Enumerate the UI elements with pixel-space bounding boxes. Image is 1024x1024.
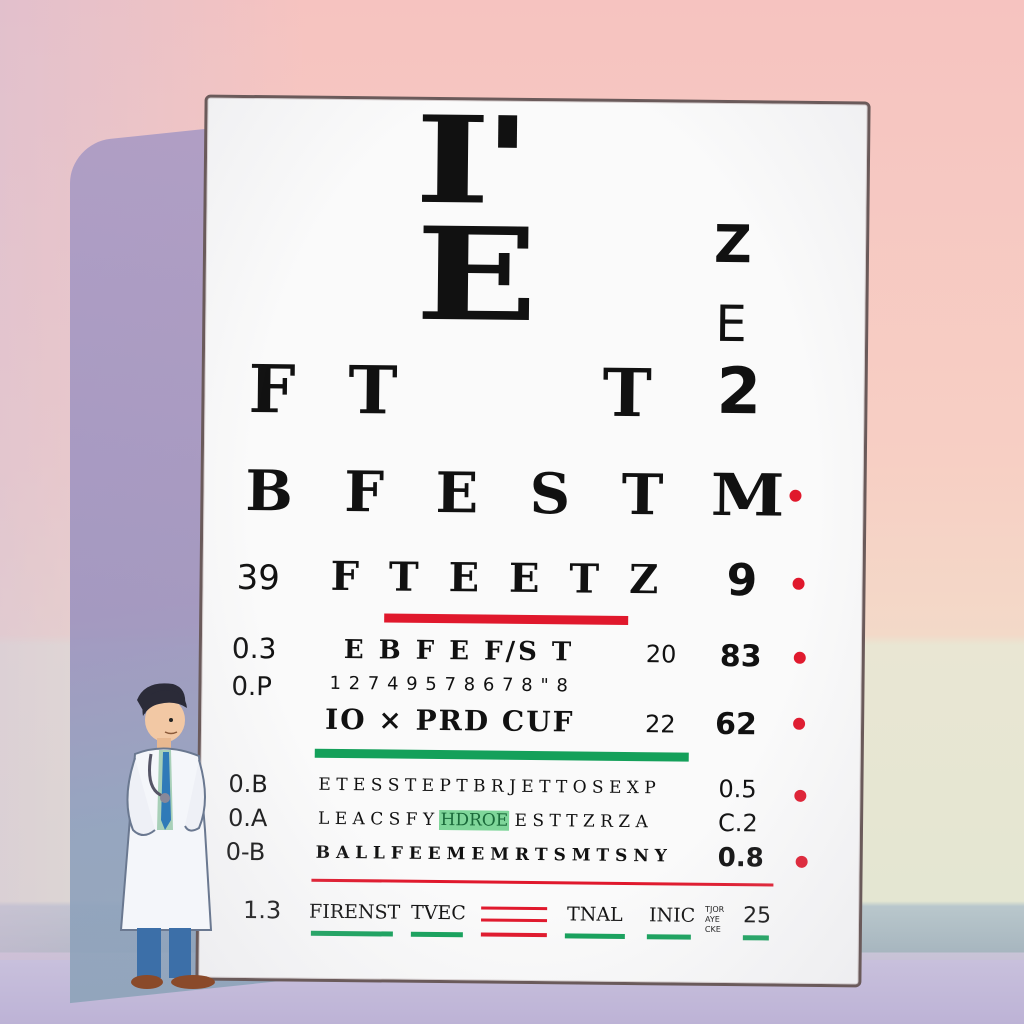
- red-dot: [792, 577, 805, 590]
- footer-green-line: [742, 935, 769, 941]
- red-divider: [384, 613, 629, 626]
- footer-small-2: AYE: [705, 914, 720, 924]
- red-dot: [794, 789, 807, 802]
- row-10-highlight: HDROE: [439, 810, 510, 831]
- footer-right: 25: [742, 903, 772, 929]
- footer-word-4: INIC: [648, 904, 696, 927]
- illustration: I' E Z E F T T 2 B F E S T M 39 F T E E …: [0, 0, 1024, 1024]
- row-11-left: 0-B: [225, 837, 266, 867]
- footer-green-line: [646, 934, 691, 940]
- row-5-letters: F T E E T Z: [330, 552, 663, 604]
- row-9-right: 0.5: [718, 774, 757, 804]
- row-6-right: 83: [719, 638, 762, 675]
- row-4-letters: B F E S T: [245, 457, 670, 529]
- row-10-right: C.2: [717, 808, 758, 838]
- row-5-right: 9: [726, 555, 758, 607]
- footer-red-line: [481, 906, 548, 911]
- row-7-left: 0.P: [231, 671, 273, 703]
- row-6-left: 0.3: [231, 631, 277, 666]
- row-8-right: 62: [714, 706, 758, 743]
- footer-word-3: TNAL: [566, 903, 623, 926]
- row-10-letters: L E A C S F Y HDROE E S T T Z R Z A: [318, 809, 648, 832]
- row-10-part-b: E S T T Z R Z A: [514, 810, 648, 833]
- red-divider-thin: [311, 878, 774, 887]
- row-3-mid: T: [602, 353, 653, 433]
- red-dot: [793, 651, 806, 664]
- side-letter-z: Z: [713, 214, 753, 276]
- eye-chart: I' E Z E F T T 2 B F E S T M 39 F T E E …: [195, 90, 871, 988]
- row-3-right: 2: [716, 354, 762, 430]
- red-dot: [793, 717, 806, 730]
- footer-small-1: TJOR: [705, 904, 725, 915]
- footer-word-2: TVEC: [410, 901, 467, 925]
- footer-red-line: [480, 932, 547, 938]
- row-10-part-a: L E A C S F Y: [317, 808, 435, 830]
- doctor-figure: [119, 683, 215, 989]
- green-divider: [314, 748, 689, 762]
- row-8-letters: IO × PRD CUF: [324, 702, 575, 739]
- red-dot: [789, 489, 802, 502]
- footer-green-line: [410, 931, 463, 938]
- side-letter-e: E: [714, 294, 748, 354]
- row-6-letters: E B F E F/S T: [343, 635, 575, 668]
- row-9-letters: E T E S S T E P T B R J E T T O S E X P: [318, 774, 656, 799]
- footer-red-line: [481, 918, 548, 923]
- footer-word-1: FIRENST: [308, 900, 401, 924]
- footer-left: 1.3: [242, 895, 282, 925]
- row-10-left: 0.A: [227, 803, 268, 833]
- row-6-num: 20: [645, 640, 677, 669]
- row-8-num: 22: [644, 710, 676, 739]
- row-9-left: 0.B: [228, 769, 268, 799]
- row-4-right: M: [710, 460, 785, 530]
- red-dot: [795, 855, 808, 868]
- footer-small-3: CKE: [704, 924, 721, 934]
- row-11-right: 0.8: [717, 842, 764, 874]
- row-5-left: 39: [236, 557, 281, 599]
- row-11-letters: B A L L F E E M E M R T S M T S N Y: [315, 842, 667, 867]
- footer-green-line: [310, 930, 393, 937]
- row-3-left: F T: [248, 350, 398, 430]
- row-2-letter: E: [414, 199, 539, 352]
- footer-green-line: [564, 933, 625, 939]
- row-7-digits: 1 2 7 4 9 5 7 8 6 7 8 " 8: [329, 672, 569, 697]
